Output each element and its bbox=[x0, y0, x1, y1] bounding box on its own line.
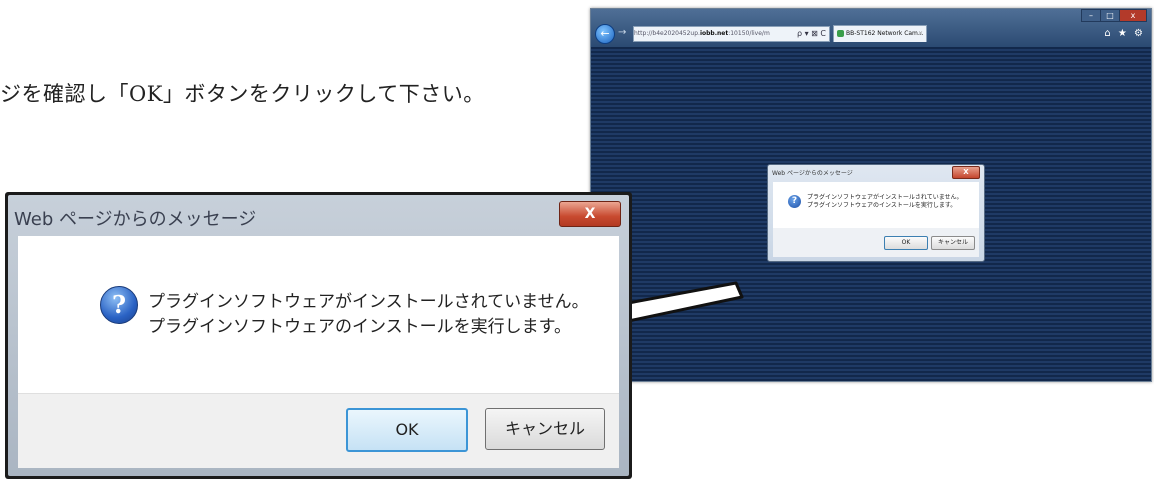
dialog-close-button[interactable]: X bbox=[559, 201, 621, 227]
mini-dialog-title: Web ページからのメッセージ bbox=[772, 170, 853, 177]
address-bar[interactable]: http://b4e2020452up.iobb.net:10150/live/… bbox=[633, 26, 830, 42]
mini-dialog-body: ? プラグインソフトウェアがインストールされていません。 プラグインソフトウェア… bbox=[773, 182, 979, 228]
browser-tab[interactable]: BB-ST162 Network Cam... × bbox=[833, 25, 927, 42]
browser-titlebar: – □ x ← → http://b4e2020452up.iobb.net:1… bbox=[591, 9, 1151, 47]
maximize-button[interactable]: □ bbox=[1100, 9, 1120, 22]
mini-message: プラグインソフトウェアがインストールされていません。 プラグインソフトウェアのイ… bbox=[807, 194, 963, 210]
tab-favicon-icon bbox=[837, 30, 844, 37]
toolbar-icons[interactable]: ⌂ ★ ⚙ bbox=[1104, 28, 1145, 39]
message-dialog: Web ページからのメッセージ X ? プラグインソフトウェアがインストールされ… bbox=[5, 192, 632, 479]
dialog-body: ? プラグインソフトウェアがインストールされていません。 プラグインソフトウェア… bbox=[18, 236, 619, 393]
question-icon: ? bbox=[788, 195, 801, 208]
minimize-button[interactable]: – bbox=[1081, 9, 1101, 22]
mini-message-line1: プラグインソフトウェアがインストールされていません。 bbox=[807, 194, 963, 201]
instruction-text: ジを確認し「OK」ボタンをクリックして下さい。 bbox=[0, 82, 485, 106]
window-controls: – □ x bbox=[1081, 9, 1147, 22]
tab-close-icon[interactable]: × bbox=[918, 26, 923, 42]
ok-button[interactable]: OK bbox=[346, 408, 468, 452]
back-button[interactable]: ← bbox=[595, 24, 615, 44]
address-host: iobb.net bbox=[699, 30, 729, 37]
mini-ok-button[interactable]: OK bbox=[884, 236, 928, 250]
address-prefix: http://b4e2020452up. bbox=[634, 30, 700, 37]
dialog-footer: OK キャンセル bbox=[18, 393, 619, 468]
address-rest: :10150/live/m bbox=[728, 30, 770, 37]
question-icon: ? bbox=[100, 286, 138, 324]
dialog-message-line2: プラグインソフトウェアのインストールを実行します。 bbox=[148, 317, 571, 337]
dialog-message-line1: プラグインソフトウェアがインストールされていません。 bbox=[148, 292, 589, 312]
mini-dialog-footer: OK キャンセル bbox=[773, 228, 979, 257]
window-close-button[interactable]: x bbox=[1119, 9, 1147, 22]
dialog-frame: Web ページからのメッセージ X ? プラグインソフトウェアがインストールされ… bbox=[8, 195, 629, 476]
dialog-title: Web ページからのメッセージ bbox=[14, 209, 257, 230]
dialog-message: プラグインソフトウェアがインストールされていません。 プラグインソフトウェアのイ… bbox=[148, 290, 589, 340]
mini-cancel-button[interactable]: キャンセル bbox=[931, 236, 975, 250]
mini-message-line2: プラグインソフトウェアのインストールを実行します。 bbox=[807, 202, 957, 209]
navigation-row: ← → http://b4e2020452up.iobb.net:10150/l… bbox=[595, 24, 1147, 44]
tab-label: BB-ST162 Network Cam... bbox=[846, 30, 924, 37]
mini-close-button[interactable]: X bbox=[952, 166, 980, 179]
cancel-button[interactable]: キャンセル bbox=[485, 408, 605, 450]
address-tools[interactable]: ρ ▾ ⊠ C bbox=[797, 27, 826, 41]
forward-button[interactable]: → bbox=[618, 27, 626, 38]
mini-message-dialog: Web ページからのメッセージ X ? プラグインソフトウェアがインストールされ… bbox=[767, 164, 985, 262]
